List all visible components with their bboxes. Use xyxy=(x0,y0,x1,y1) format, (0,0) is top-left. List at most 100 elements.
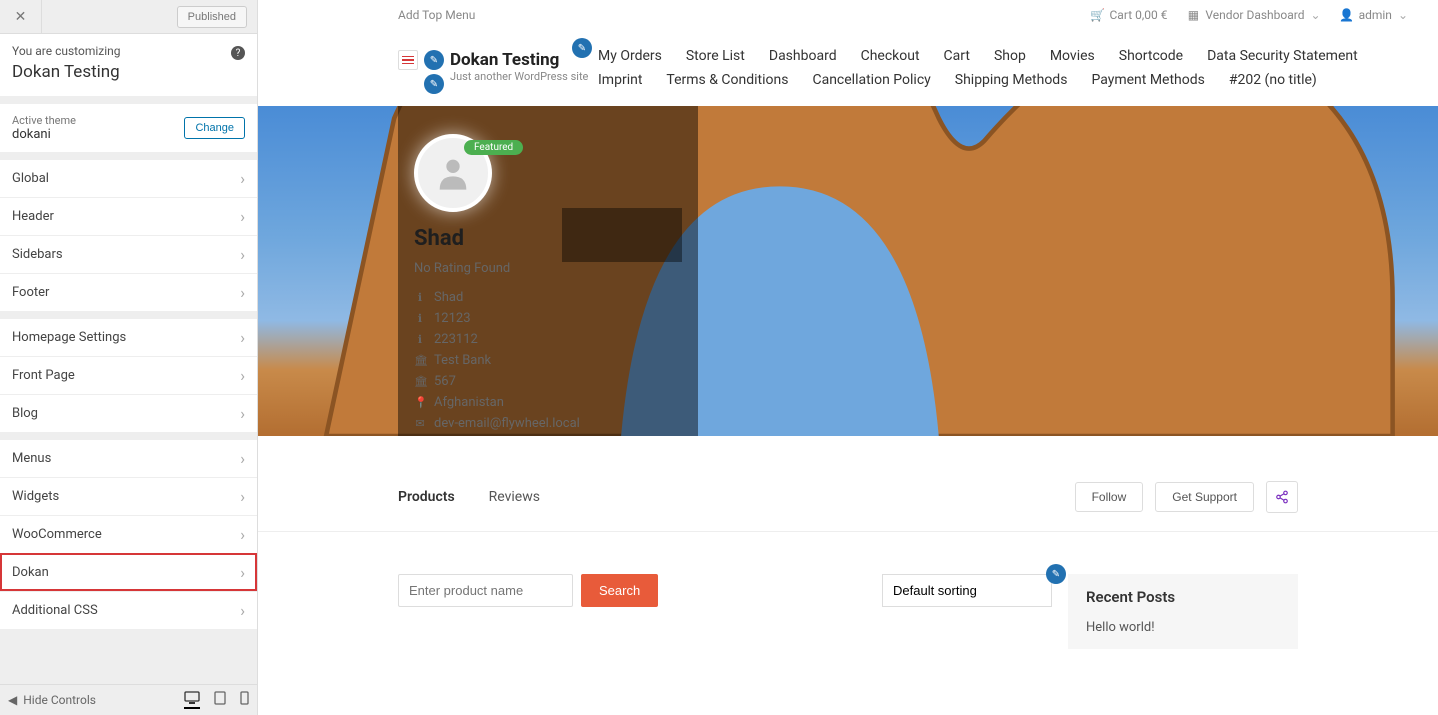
menu-label: WooCommerce xyxy=(12,527,102,542)
site-title: Dokan Testing xyxy=(12,62,245,82)
theme-name: dokani xyxy=(12,127,76,142)
edit-shortcut-icon[interactable]: ✎ xyxy=(424,74,444,94)
cart-link[interactable]: 🛒Cart 0,00 € xyxy=(1092,8,1168,22)
admin-label: admin xyxy=(1359,8,1392,22)
nav-item[interactable]: Payment Methods xyxy=(1091,72,1204,88)
customizer-item-blog[interactable]: Blog › xyxy=(0,394,257,432)
vendor-dashboard-link[interactable]: ▦Vendor Dashboard⌄ xyxy=(1187,8,1320,22)
hide-controls-label: Hide Controls xyxy=(23,693,96,707)
menu-label: Widgets xyxy=(12,489,59,504)
grid-icon: ▦ xyxy=(1187,9,1199,21)
customizer-item-footer[interactable]: Footer › xyxy=(0,273,257,311)
customizer-item-front-page[interactable]: Front Page› xyxy=(0,356,257,394)
menu-label: Menus xyxy=(12,451,51,466)
store-tabs-row: Products Reviews Follow Get Support xyxy=(258,476,1438,532)
collapse-icon: ◀ xyxy=(8,693,17,707)
share-icon xyxy=(1275,490,1289,504)
nav-item[interactable]: Checkout xyxy=(861,48,920,64)
store-meta-row: ℹShad xyxy=(414,290,682,305)
menu-label: Footer xyxy=(12,285,49,300)
store-meta-row: ✉dev-email@flywheel.local xyxy=(414,416,682,431)
nav-item[interactable]: Data Security Statement xyxy=(1207,48,1358,64)
sort-select[interactable]: Default sorting xyxy=(882,574,1052,607)
close-icon[interactable]: ✕ xyxy=(0,0,42,33)
customizer-item-menus[interactable]: Menus › xyxy=(0,440,257,477)
nav-item[interactable]: Cancellation Policy xyxy=(812,72,930,88)
customizer-item-woocommerce[interactable]: WooCommerce › xyxy=(0,515,257,553)
store-meta-row: 🏛567 xyxy=(414,374,682,389)
brand-title[interactable]: Dokan Testing xyxy=(450,50,588,70)
customizer-item-header[interactable]: Header› xyxy=(0,197,257,235)
edit-shortcut-icon[interactable]: ✎ xyxy=(1046,564,1066,584)
preview-pane: Add Top Menu 🛒Cart 0,00 € ▦Vendor Dashbo… xyxy=(258,0,1438,715)
tab-reviews[interactable]: Reviews xyxy=(489,489,540,505)
i-icon: ℹ xyxy=(414,312,426,325)
chevron-right-icon: › xyxy=(240,169,245,188)
store-meta-text: 223112 xyxy=(434,332,478,347)
nav-item[interactable]: Movies xyxy=(1050,48,1095,64)
nav-item[interactable]: My Orders xyxy=(598,48,662,64)
cart-icon: 🛒 xyxy=(1092,9,1104,21)
admin-menu[interactable]: 👤admin⌄ xyxy=(1341,8,1408,22)
product-search-input[interactable] xyxy=(398,574,573,607)
site-header: ✎ ✎ Dokan Testing Just another WordPress… xyxy=(258,30,1438,106)
add-top-menu-link[interactable]: Add Top Menu xyxy=(398,8,475,22)
tab-products[interactable]: Products xyxy=(398,489,455,505)
store-banner: Featured Shad No Rating FoundℹShadℹ12123… xyxy=(258,106,1438,436)
chevron-down-icon: ⌄ xyxy=(1398,8,1408,22)
menu-label: Homepage Settings xyxy=(12,330,126,345)
nav-item[interactable]: Shortcode xyxy=(1119,48,1183,64)
desktop-icon[interactable] xyxy=(184,691,200,709)
customizer-item-additional-css[interactable]: Additional CSS› xyxy=(0,591,257,629)
chevron-right-icon: › xyxy=(240,404,245,423)
sidebar-header: You are customizing Dokan Testing ? xyxy=(0,34,257,96)
active-theme-row: Active theme dokani Change xyxy=(0,104,257,152)
hide-controls-button[interactable]: ◀ Hide Controls xyxy=(8,693,96,707)
get-support-button[interactable]: Get Support xyxy=(1155,482,1254,512)
recent-post-link[interactable]: Hello world! xyxy=(1086,620,1280,635)
chevron-right-icon: › xyxy=(240,283,245,302)
store-meta-text: 12123 xyxy=(434,311,471,326)
chevron-right-icon: › xyxy=(240,366,245,385)
mobile-icon[interactable] xyxy=(240,691,249,709)
customizer-item-sidebars[interactable]: Sidebars› xyxy=(0,235,257,273)
help-icon[interactable]: ? xyxy=(231,46,245,60)
nav-item[interactable]: Store List xyxy=(686,48,745,64)
product-controls-row: Search Default sorting ✎ Recent Posts He… xyxy=(258,532,1438,649)
follow-button[interactable]: Follow xyxy=(1075,482,1144,512)
customizer-item-global[interactable]: Global› xyxy=(0,160,257,197)
edit-shortcut-icon[interactable]: ✎ xyxy=(424,50,444,70)
change-theme-button[interactable]: Change xyxy=(184,117,245,139)
customizing-label: You are customizing xyxy=(12,44,245,58)
chevron-right-icon: › xyxy=(240,525,245,544)
chevron-right-icon: › xyxy=(240,245,245,264)
chevron-right-icon: › xyxy=(240,207,245,226)
nav-item[interactable]: Shop xyxy=(994,48,1026,64)
customizer-item-homepage-settings[interactable]: Homepage Settings› xyxy=(0,319,257,356)
customizer-item-dokan[interactable]: Dokan› xyxy=(0,553,257,591)
search-button[interactable]: Search xyxy=(581,574,658,607)
tablet-icon[interactable] xyxy=(214,691,226,709)
hamburger-icon[interactable] xyxy=(398,50,418,70)
bank-icon: 🏛 xyxy=(414,354,426,367)
published-button[interactable]: Published xyxy=(177,6,247,28)
store-meta-row: 📍Afghanistan xyxy=(414,395,682,410)
nav-item[interactable]: #202 (no title) xyxy=(1229,72,1317,88)
edit-shortcut-icon[interactable]: ✎ xyxy=(572,38,592,58)
featured-badge: Featured xyxy=(464,140,523,155)
nav-item[interactable]: Imprint xyxy=(598,72,642,88)
store-info-card: Featured Shad No Rating FoundℹShadℹ12123… xyxy=(398,106,698,436)
nav-item[interactable]: Dashboard xyxy=(769,48,837,64)
nav-item[interactable]: Terms & Conditions xyxy=(666,72,788,88)
chevron-right-icon: › xyxy=(240,449,245,468)
customizer-item-widgets[interactable]: Widgets› xyxy=(0,477,257,515)
recent-posts-widget: Recent Posts Hello world! xyxy=(1068,574,1298,649)
share-button[interactable] xyxy=(1266,481,1298,513)
i-icon: ℹ xyxy=(414,291,426,304)
menu-label: Blog xyxy=(12,406,38,421)
nav-item[interactable]: Cart xyxy=(944,48,970,64)
store-meta-text: dev-email@flywheel.local xyxy=(434,416,580,431)
nav-item[interactable]: Shipping Methods xyxy=(955,72,1068,88)
brand-tagline: Just another WordPress site xyxy=(450,70,588,84)
sidebar-topbar: ✕ Published xyxy=(0,0,257,34)
